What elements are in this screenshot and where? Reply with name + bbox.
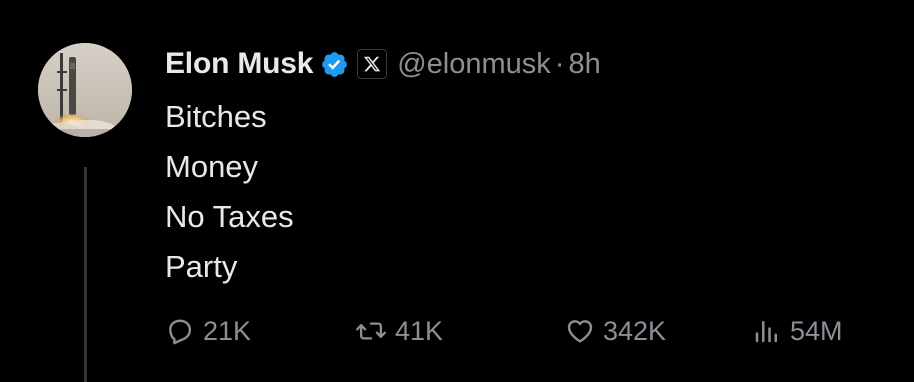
author-name[interactable]: Elon Musk [165,47,313,81]
post-text-line: Bitches [165,99,267,134]
repost-icon [355,316,387,346]
avatar[interactable] [38,43,132,161]
action-bar: 21K 41K 342K 54M [0,308,914,354]
reply-button[interactable]: 21K [165,308,251,354]
post-header: Elon Musk @elonmusk · 8h [165,42,601,86]
rocket-launch-image [38,43,132,137]
repost-button[interactable]: 41K [355,308,443,354]
post-text-line: No Taxes [165,199,294,234]
reply-icon [165,316,195,346]
post: Elon Musk @elonmusk · 8h Bitches Money N… [0,0,914,382]
repost-count: 41K [395,315,444,346]
post-timestamp[interactable]: 8h [568,48,600,81]
avatar-image[interactable] [38,43,132,137]
like-button[interactable]: 342K [565,308,666,354]
views-count: 54M [790,315,843,346]
views-chart-icon [752,316,782,346]
x-logo-icon [357,49,388,79]
separator-dot: · [554,47,565,80]
author-handle[interactable]: @elonmusk [397,48,551,81]
views-button[interactable]: 54M [752,308,843,354]
reply-count: 21K [203,315,252,346]
post-text: Bitches Money No Taxes Party [165,92,294,292]
heart-icon [565,316,595,346]
like-count: 342K [603,315,667,346]
post-text-line: Party [165,249,238,284]
post-text-line: Money [165,149,259,184]
verified-badge-icon[interactable] [320,50,349,79]
